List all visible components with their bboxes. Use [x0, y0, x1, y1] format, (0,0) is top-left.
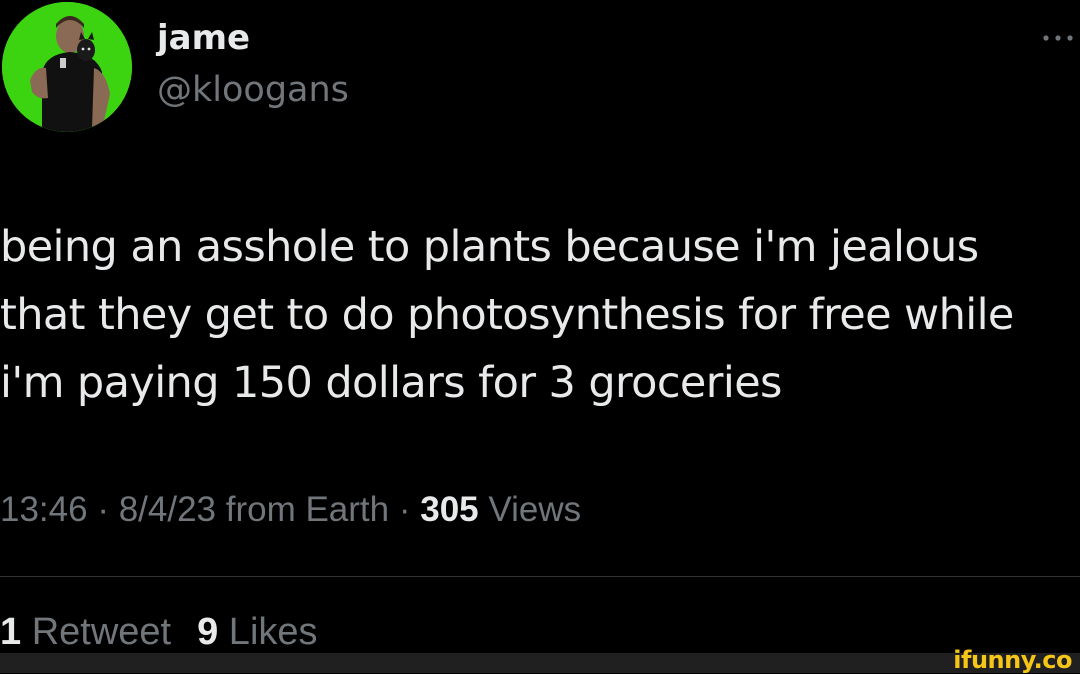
tweet-date[interactable]: 8/4/23 — [119, 490, 216, 529]
engagement-stats: 1 Retweet 9 Likes — [0, 611, 318, 654]
likes-label: Likes — [218, 611, 318, 653]
tweet-metadata: 13:46 · 8/4/23 from Earth · 305 Views — [0, 490, 581, 530]
separator-dot: · — [87, 490, 119, 529]
watermark-logo: ifunny.co — [953, 646, 1072, 674]
divider — [0, 576, 1080, 577]
separator-dot: · — [389, 490, 421, 529]
tweet-time[interactable]: 13:46 — [0, 490, 88, 529]
author-display-name[interactable]: jame — [157, 18, 250, 58]
likes-count: 9 — [197, 611, 219, 653]
tweet-text-line: i'm paying 150 dollars for 3 groceries — [0, 358, 782, 408]
author-handle[interactable]: @kloogans — [157, 70, 349, 110]
views-count: 305 — [420, 490, 479, 529]
retweets-link[interactable]: 1 Retweet — [0, 611, 171, 653]
tweet-source: from Earth — [216, 490, 390, 529]
tweet-text-line: that they get to do photosynthesis for f… — [0, 290, 1014, 340]
watermark-bar — [0, 653, 1080, 673]
more-horizontal-icon[interactable] — [1040, 28, 1080, 48]
tweet-text-line: being an asshole to plants because i'm j… — [0, 222, 979, 272]
views-label: Views — [478, 490, 582, 529]
retweets-count: 1 — [0, 611, 22, 653]
avatar[interactable] — [2, 2, 132, 132]
tweet-text: being an asshole to plants because i'm j… — [0, 213, 1080, 417]
likes-link[interactable]: 9 Likes — [197, 611, 317, 653]
retweets-label: Retweet — [21, 611, 172, 653]
